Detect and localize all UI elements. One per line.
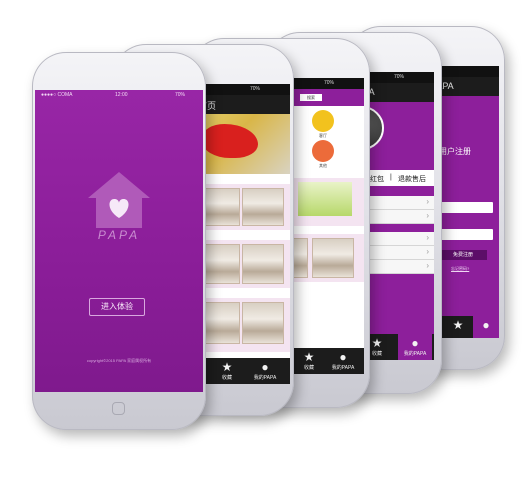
star-icon: ★ [221,360,233,374]
username-field[interactable] [435,202,493,213]
time-label: 12:00 [115,92,128,98]
category-label: 客厅 [319,133,327,138]
phone-splash: ●●●●○ COMA 12:00 70% PAPA 进入体验 copyright… [32,52,206,430]
forgot-password-link[interactable]: 忘记密码? [451,266,469,272]
tab-my-papa[interactable]: ● [473,316,499,338]
tab-label: 收藏 [221,375,232,381]
category-label: 其他 [319,163,327,168]
refund-link[interactable]: 退款售后 [398,174,426,184]
battery-label: 70% [175,92,186,98]
tab-label: 我的PAPA [253,375,277,381]
enter-button[interactable]: 进入体验 [89,298,145,316]
tab-label: 我的PAPA [403,351,427,357]
register-heading: 用户注册 [439,147,471,156]
search-button[interactable]: 搜索 [300,94,322,101]
person-icon: ● [482,318,490,332]
password-field[interactable] [435,229,493,240]
tab-favorites[interactable]: ★ [445,319,471,332]
tab-favorites[interactable]: ★ 收藏 [292,350,326,372]
house-heart-icon [88,172,150,228]
copyright-text: copyright©2015 PAPA 家庭属权所有 [86,358,152,363]
tab-label: 我的PAPA [331,365,355,371]
tab-my-papa[interactable]: ● 我的PAPA [398,334,432,360]
category-living[interactable] [312,110,334,132]
chevron-right-icon: › [426,211,429,220]
chevron-right-icon: › [426,197,429,206]
person-icon: ● [411,336,419,350]
logo-text: PAPA [97,228,141,242]
category-other[interactable] [312,140,334,162]
person-icon: ● [339,350,347,364]
product-thumb[interactable] [242,188,284,226]
tab-label: 收藏 [371,351,382,357]
status-bar: ●●●●○ COMA 12:00 70% [35,90,203,101]
chevron-right-icon: › [426,261,429,270]
tab-my-papa[interactable]: ● 我的PAPA [326,350,360,372]
battery-label: 70% [250,86,261,92]
chevron-right-icon: › [426,233,429,242]
register-button[interactable]: 免费注册 [439,250,487,260]
product-thumb[interactable] [242,302,284,344]
person-icon: ● [261,360,269,374]
chevron-right-icon: › [426,247,429,256]
star-icon: ★ [303,350,315,364]
tab-label: 收藏 [303,365,314,371]
tab-favorites[interactable]: ★ 收藏 [210,360,244,382]
tab-my-papa[interactable]: ● 我的PAPA [248,360,282,382]
splash-screen: ●●●●○ COMA 12:00 70% PAPA 进入体验 copyright… [35,90,203,392]
battery-label: 70% [324,80,335,86]
star-icon: ★ [452,318,464,332]
product-thumb[interactable] [242,244,284,284]
home-button[interactable] [112,402,125,415]
battery-label: 70% [394,74,405,80]
banner-image [298,182,352,216]
product-thumb[interactable] [312,238,354,278]
carrier-label: ●●●●○ COMA [41,92,73,98]
